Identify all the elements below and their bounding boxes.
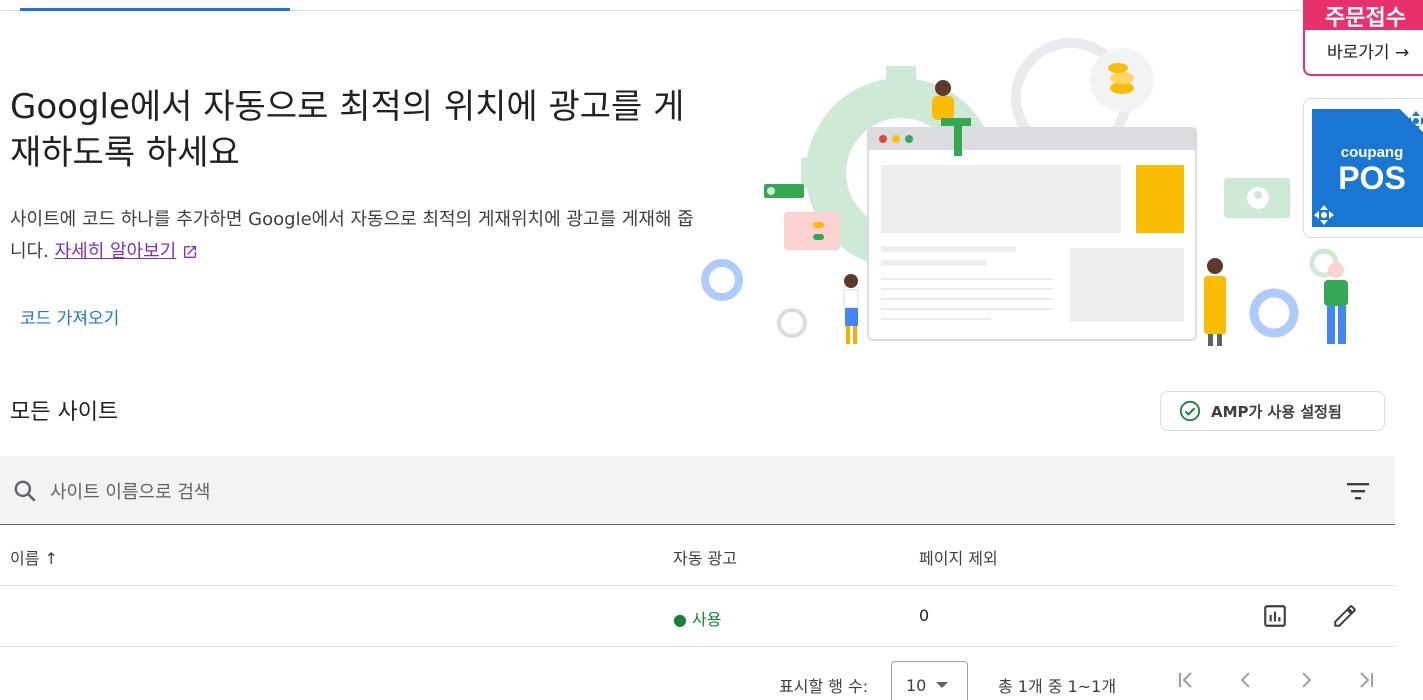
profile-bubble-icon — [1224, 178, 1290, 218]
column-excluded-pages-header: 페이지 제외 — [919, 549, 998, 568]
chevron-down-icon — [936, 682, 948, 688]
column-auto-ads-header: 자동 광고 — [673, 549, 737, 568]
next-page-icon[interactable] — [1294, 668, 1318, 692]
ad-heading: 주문접수 — [1305, 0, 1423, 31]
browser-window-icon — [867, 127, 1197, 341]
search-input[interactable]: 사이트 이름으로 검색 — [50, 478, 210, 504]
coupang-pos-ad[interactable]: coupang POS — [1303, 98, 1423, 238]
table-header: 이름 ↑ 자동 광고 페이지 제외 — [0, 526, 1395, 586]
check-circle-icon — [1179, 400, 1201, 422]
outline-gear-icon — [777, 308, 807, 338]
hero-description: 사이트에 코드 하나를 추가하면 Google에서 자동으로 최적의 게재위치에… — [10, 204, 700, 268]
blue-gear-icon — [701, 259, 743, 301]
report-chart-icon[interactable] — [1262, 603, 1288, 629]
person-left-icon — [843, 274, 859, 344]
amp-chip-label: AMP가 사용 설정됨 — [1211, 402, 1342, 421]
first-page-icon[interactable] — [1174, 668, 1198, 692]
all-sites-title: 모든 사이트 — [10, 400, 119, 425]
column-name-header[interactable]: 이름 ↑ — [10, 545, 58, 569]
hero-illustration — [701, 38, 1348, 346]
filter-icon[interactable] — [1345, 480, 1371, 502]
pagination-bar: 표시할 행 수: 10 총 1개 중 1~1개 — [0, 648, 1423, 700]
auto-ads-status: ● 사용 — [673, 610, 722, 629]
amp-enabled-chip[interactable]: AMP가 사용 설정됨 — [1160, 391, 1385, 431]
edit-pencil-icon[interactable] — [1332, 603, 1358, 629]
rows-per-page-select[interactable]: 10 — [891, 661, 968, 700]
active-tab-indicator — [20, 8, 290, 11]
excluded-pages-count: 0 — [919, 606, 930, 625]
site-search-bar[interactable]: 사이트 이름으로 검색 — [0, 456, 1395, 525]
coupang-product: POS — [1338, 160, 1406, 196]
previous-page-icon[interactable] — [1234, 668, 1258, 692]
coupang-pos-logo: coupang POS — [1312, 109, 1423, 227]
last-page-icon[interactable] — [1354, 668, 1378, 692]
learn-more-link[interactable]: 자세히 알아보기 — [55, 241, 177, 262]
ad-shortcut-link[interactable]: 바로가기 → — [1305, 30, 1423, 63]
page-range-label: 총 1개 중 1~1개 — [998, 677, 1117, 696]
blue-gear-right-icon — [1249, 288, 1299, 338]
search-icon — [14, 480, 36, 502]
table-row[interactable]: ● 사용 0 — [0, 587, 1395, 647]
rows-per-page-label: 표시할 행 수: — [779, 677, 869, 696]
external-link-icon[interactable] — [182, 244, 198, 260]
person-apron-icon — [1204, 258, 1226, 346]
get-code-button[interactable]: 코드 가져오기 — [20, 304, 119, 329]
hero-title: Google에서 자동으로 최적의 위치에 광고를 게재하도록 하세요 — [10, 87, 685, 173]
side-ad-banner[interactable]: 주문접수 바로가기 → — [1303, 0, 1423, 76]
coupang-brand: coupang — [1341, 144, 1404, 161]
rows-per-page-value: 10 — [906, 676, 927, 695]
